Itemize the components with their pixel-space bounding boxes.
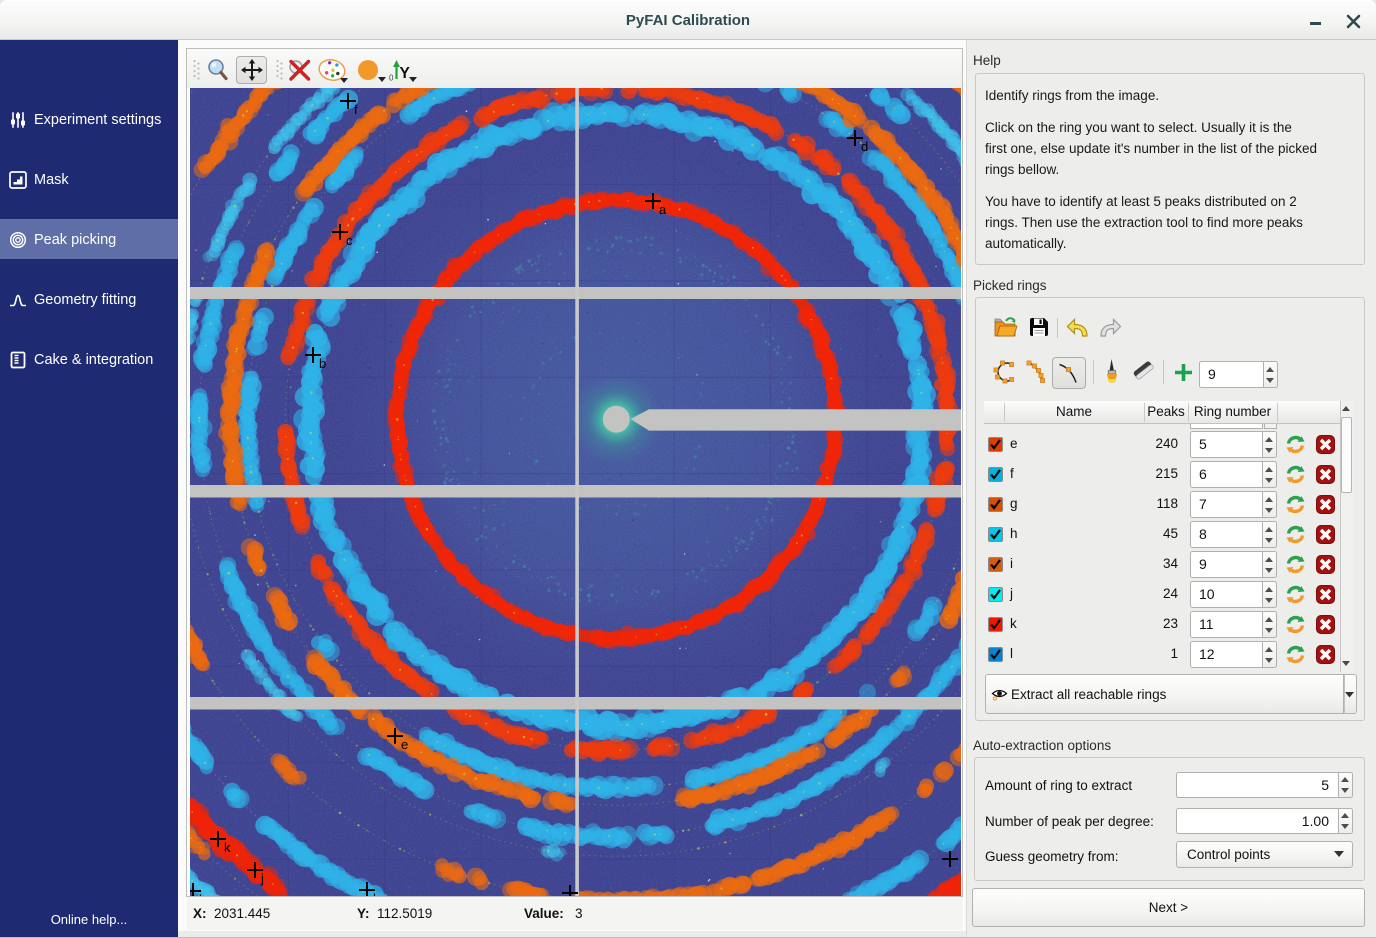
svg-text:h: h [373,891,380,896]
svg-text:e: e [401,737,408,752]
svg-text:d: d [861,139,868,154]
svg-text:b: b [319,356,326,371]
svg-text:a: a [659,202,667,217]
svg-text:k: k [224,840,231,855]
svg-text:l: l [199,892,202,896]
svg-text:j: j [260,871,264,886]
svg-text:c: c [346,233,353,248]
svg-text:0: 0 [389,74,394,83]
svg-text:f: f [354,102,358,117]
